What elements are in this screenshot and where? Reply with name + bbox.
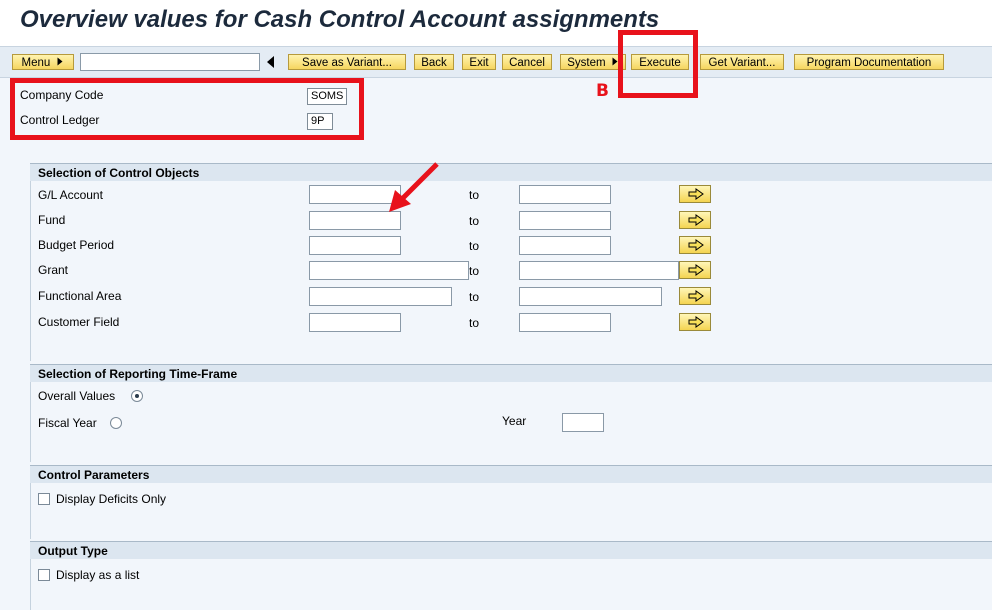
arrow-right-icon	[688, 316, 704, 328]
menu-button[interactable]: Menu	[12, 54, 74, 70]
fund-label: Fund	[38, 213, 66, 227]
customer-field-to-label: to	[469, 316, 480, 330]
customer-field-multiple-selection-button[interactable]	[679, 313, 711, 331]
company-code-field[interactable]: SOMS	[307, 88, 347, 105]
annotation-letter-b: B	[596, 81, 609, 101]
control-parameters-header: Control Parameters	[30, 465, 992, 483]
get-variant-button[interactable]: Get Variant...	[700, 54, 784, 70]
year-field[interactable]	[562, 413, 604, 432]
arrow-right-icon	[688, 214, 704, 226]
system-button-label: System	[567, 57, 606, 69]
system-dropdown-icon	[612, 57, 618, 66]
display-deficits-only-checkbox[interactable]	[38, 493, 50, 505]
budget-period-label: Budget Period	[38, 238, 115, 252]
red-arrow-annotation	[389, 162, 439, 212]
control-ledger-field[interactable]: 9P	[307, 113, 333, 130]
arrow-left-icon[interactable]	[267, 56, 274, 68]
functional-area-to-field[interactable]	[519, 287, 662, 306]
customer-field-label: Customer Field	[38, 315, 120, 329]
execute-highlight-box	[618, 30, 698, 98]
grant-from-field[interactable]	[309, 261, 469, 280]
company-code-label: Company Code	[20, 88, 104, 102]
fund-to-field[interactable]	[519, 211, 611, 230]
display-deficits-only-label: Display Deficits Only	[56, 492, 167, 506]
budget-period-to-field[interactable]	[519, 236, 611, 255]
page-title: Overview values for Cash Control Account…	[20, 6, 660, 33]
gl-account-to-label: to	[469, 188, 480, 202]
gl-account-label: G/L Account	[38, 188, 103, 202]
control-parameters-panel	[30, 483, 992, 539]
overall-values-label: Overall Values	[38, 389, 116, 403]
arrow-right-icon	[688, 188, 704, 200]
time-frame-header: Selection of Reporting Time-Frame	[30, 364, 992, 382]
budget-period-multiple-selection-button[interactable]	[679, 236, 711, 254]
output-type-header: Output Type	[30, 541, 992, 559]
customer-field-to-field[interactable]	[519, 313, 611, 332]
arrow-right-icon	[688, 239, 704, 251]
arrow-right-icon	[688, 290, 704, 302]
menu-button-label: Menu	[21, 57, 51, 69]
budget-period-to-label: to	[469, 239, 480, 253]
budget-period-from-field[interactable]	[309, 236, 401, 255]
arrow-right-icon	[688, 264, 704, 276]
system-button[interactable]: System	[560, 54, 626, 70]
save-as-variant-button[interactable]: Save as Variant...	[288, 54, 406, 70]
functional-area-label: Functional Area	[38, 289, 122, 303]
menu-dropdown-icon	[57, 57, 63, 66]
cancel-button[interactable]: Cancel	[502, 54, 552, 70]
functional-area-multiple-selection-button[interactable]	[679, 287, 711, 305]
grant-to-label: to	[469, 264, 480, 278]
control-objects-header: Selection of Control Objects	[30, 163, 992, 181]
control-ledger-label: Control Ledger	[20, 113, 100, 127]
gl-account-to-field[interactable]	[519, 185, 611, 204]
customer-field-from-field[interactable]	[309, 313, 401, 332]
command-field[interactable]	[80, 53, 260, 71]
output-type-panel	[30, 559, 992, 610]
display-as-list-label: Display as a list	[56, 568, 140, 582]
fiscal-year-label: Fiscal Year	[38, 416, 97, 430]
year-label: Year	[502, 414, 527, 428]
fund-to-label: to	[469, 214, 480, 228]
grant-label: Grant	[38, 263, 69, 277]
overall-values-radio[interactable]	[131, 390, 143, 402]
back-button[interactable]: Back	[414, 54, 454, 70]
fiscal-year-radio[interactable]	[110, 417, 122, 429]
grant-multiple-selection-button[interactable]	[679, 261, 711, 279]
control-objects-panel	[30, 181, 992, 361]
program-documentation-button[interactable]: Program Documentation	[794, 54, 944, 70]
exit-button[interactable]: Exit	[462, 54, 496, 70]
functional-area-from-field[interactable]	[309, 287, 452, 306]
gl-account-multiple-selection-button[interactable]	[679, 185, 711, 203]
display-as-list-checkbox[interactable]	[38, 569, 50, 581]
functional-area-to-label: to	[469, 290, 480, 304]
grant-to-field[interactable]	[519, 261, 679, 280]
fund-multiple-selection-button[interactable]	[679, 211, 711, 229]
